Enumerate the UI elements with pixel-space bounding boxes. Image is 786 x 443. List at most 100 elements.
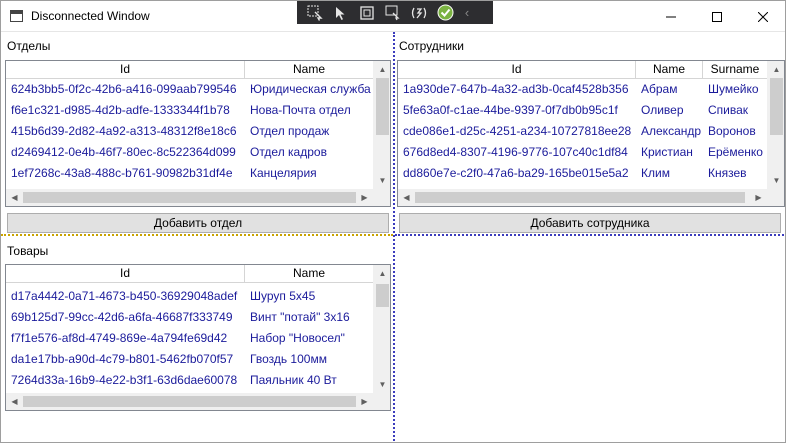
scroll-right-icon[interactable]: ▶ [750,189,767,206]
title-bar[interactable]: Disconnected Window ‹ [1,1,785,32]
check-icon[interactable] [435,3,455,22]
id-cell: da1e17bb-a90d-4c79-b801-5462fb070f57 [11,352,234,366]
id-cell: f6e1c321-d985-4d2b-adfe-1333344f1b78 [11,103,230,117]
maximize-icon [712,11,722,22]
table-row[interactable]: f7f1e576-af8d-4749-869e-4a794fe69d42 Набо… [6,328,374,349]
name-cell: Канцелярия [250,166,317,180]
column-header-name[interactable]: Name [636,61,703,79]
products-label: Товары [7,244,49,258]
column-header-id[interactable]: Id [6,265,245,283]
departments-grid[interactable]: Id Name 624b3bb5-0f2c-42b6-a416-099aab79… [5,60,391,207]
scroll-right-icon[interactable]: ▶ [356,189,373,206]
collapse-icon[interactable]: ‹ [461,3,473,22]
name-cell: Гвоздь 100мм [250,352,327,366]
vertical-splitter[interactable] [393,32,395,442]
name-cell: Нова-Почта отдел [250,103,351,117]
column-header-id[interactable]: Id [398,61,636,79]
grid-header: Id Name Surname [398,61,768,79]
scroll-up-icon[interactable]: ▲ [768,61,784,78]
table-row[interactable]: 1ef7268c-43a8-488c-b761-90982b31df4e Канц… [6,163,374,184]
surname-cell: Спивак [708,103,749,117]
id-cell: d2469412-0e4b-46f7-80ec-8c522364d099 [11,145,236,159]
table-row[interactable]: 676d8ed4-8307-4196-9776-107c40c1df84 Крис… [398,142,768,163]
hot-reload-icon[interactable] [383,3,403,22]
column-header-name[interactable]: Name [245,61,374,79]
window-title: Disconnected Window [31,9,150,23]
grid-header: Id Name [6,61,374,79]
id-cell: d17a4442-0a71-4673-b450-36929048adef [11,289,238,303]
name-cell: Кристиан [641,145,693,159]
name-cell: Юридическая служба [250,82,371,96]
add-employee-button[interactable]: Добавить сотрудника [399,213,781,233]
surname-cell: Воронов [708,124,756,138]
id-cell: 1a930de7-647b-4a32-ad3b-0caf4528b356 [403,82,629,96]
display-layout-adorners-icon[interactable] [357,3,377,22]
table-row[interactable]: 7264d33a-16b9-4e22-b3f1-63d6dae60078 Паял… [6,370,374,391]
scroll-corner [767,189,784,206]
scroll-down-icon[interactable]: ▼ [374,172,390,189]
table-row[interactable]: f6e1c321-d985-4d2b-adfe-1333344f1b78 Нова… [6,100,374,121]
scroll-thumb[interactable] [376,284,389,307]
name-cell: Александр [641,124,702,138]
column-header-surname[interactable]: Surname [703,61,768,79]
id-cell: 1ef7268c-43a8-488c-b761-90982b31df4e [11,166,233,180]
horizontal-splitter-right[interactable] [395,234,785,236]
scroll-down-icon[interactable]: ▼ [768,172,784,189]
scroll-down-icon[interactable]: ▼ [374,376,390,393]
binding-failures-icon[interactable] [409,3,429,22]
surname-cell: Шумейко [708,82,759,96]
select-element-icon[interactable] [305,3,325,22]
horizontal-scrollbar[interactable]: ◀ ▶ [6,189,373,206]
scroll-thumb[interactable] [770,78,783,135]
scroll-thumb[interactable] [23,396,356,407]
close-icon [758,11,768,22]
scroll-left-icon[interactable]: ◀ [398,189,415,206]
scroll-up-icon[interactable]: ▲ [374,265,390,282]
vertical-scrollbar[interactable]: ▲ ▼ [373,61,390,189]
table-row[interactable]: 624b3bb5-0f2c-42b6-a416-099aab799546 Юрид… [6,79,374,100]
scroll-thumb[interactable] [376,78,389,135]
employees-label: Сотрудники [399,39,464,53]
scroll-left-icon[interactable]: ◀ [6,393,23,410]
table-row[interactable]: cde086e1-d25c-4251-a234-10727818ee28 Алек… [398,121,768,142]
id-cell: 7264d33a-16b9-4e22-b3f1-63d6dae60078 [11,373,238,387]
scroll-corner [373,189,390,206]
column-header-id[interactable]: Id [6,61,245,79]
products-grid[interactable]: Id Name d17a4442-0a71-4673-b450-36929048… [5,264,391,411]
id-cell: 69b125d7-99cc-42d6-a6fa-46687f333749 [11,310,233,324]
horizontal-splitter-left[interactable] [1,234,393,236]
table-row[interactable]: d2469412-0e4b-46f7-80ec-8c522364d099 Отде… [6,142,374,163]
id-cell: 415b6d39-2d82-4a92-a313-48312f8e18c6 [11,124,237,138]
maximize-button[interactable] [694,1,740,32]
name-cell: Оливер [641,103,684,117]
scroll-up-icon[interactable]: ▲ [374,61,390,78]
horizontal-scrollbar[interactable]: ◀ ▶ [6,393,373,410]
table-row[interactable]: 69b125d7-99cc-42d6-a6fa-46687f333749 Винт… [6,307,374,328]
table-row[interactable]: 1a930de7-647b-4a32-ad3b-0caf4528b356 Абра… [398,79,768,100]
scroll-left-icon[interactable]: ◀ [6,189,23,206]
surname-cell: Ерёменко [708,145,763,159]
vertical-scrollbar[interactable]: ▲ ▼ [373,265,390,393]
table-row[interactable]: da1e17bb-a90d-4c79-b801-5462fb070f57 Гвоз… [6,349,374,370]
vertical-scrollbar[interactable]: ▲ ▼ [767,61,784,189]
id-cell: 676d8ed4-8307-4196-9776-107c40c1df84 [403,145,628,159]
table-row[interactable]: 415b6d39-2d82-4a92-a313-48312f8e18c6 Отде… [6,121,374,142]
table-row[interactable]: d17a4442-0a71-4673-b450-36929048adef Шуру… [6,286,374,307]
horizontal-scrollbar[interactable]: ◀ ▶ [398,189,767,206]
employees-grid[interactable]: Id Name Surname 1a930de7-647b-4a32-ad3b-… [397,60,785,207]
surname-cell: Князев [708,166,747,180]
track-focus-icon[interactable] [331,3,351,22]
name-cell: Шуруп 5х45 [250,289,316,303]
table-row[interactable]: 5fe63a0f-c1ae-44be-9397-0f7db0b95c1f Олив… [398,100,768,121]
scroll-thumb[interactable] [23,192,356,203]
scroll-corner [373,393,390,410]
close-button[interactable] [740,1,785,32]
name-cell: Клим [641,166,670,180]
scroll-right-icon[interactable]: ▶ [356,393,373,410]
scroll-thumb[interactable] [415,192,745,203]
minimize-button[interactable] [648,1,694,32]
add-department-button[interactable]: Добавить отдел [7,213,389,233]
table-row[interactable]: dd860e7e-c2f0-47a6-ba29-165be015e5a2 Клим… [398,163,768,184]
column-header-name[interactable]: Name [245,265,374,283]
name-cell: Абрам [641,82,678,96]
